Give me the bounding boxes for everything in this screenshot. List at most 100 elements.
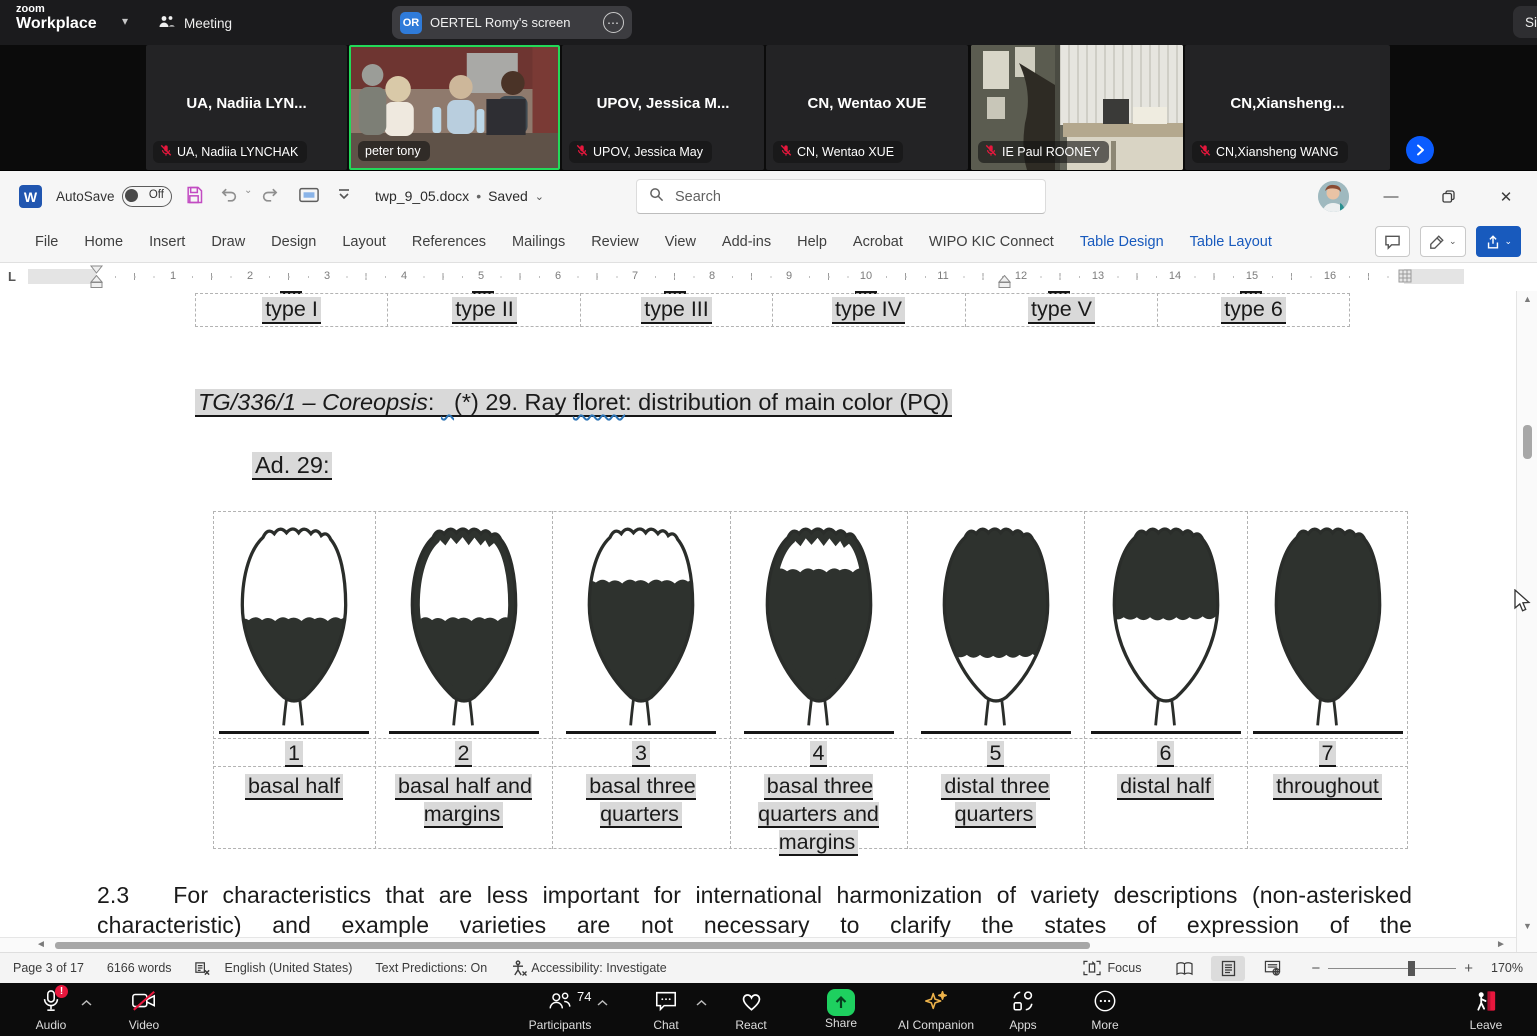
tab-draw[interactable]: Draw (198, 234, 258, 250)
participant-tile[interactable]: CN, Wentao XUE CN, Wentao XUE (766, 45, 968, 170)
tab-addins[interactable]: Add-ins (709, 234, 784, 250)
participant-tile[interactable]: UA, Nadiia LYN... UA, Nadiia LYNCHAK (146, 45, 347, 170)
tab-review[interactable]: Review (578, 234, 652, 250)
reading-mode-icon[interactable] (298, 185, 320, 205)
accessibility-status[interactable]: Accessibility: Investigate (531, 961, 666, 975)
undo-chevron-icon[interactable]: ⌄ (244, 185, 252, 196)
word-title-bar: W AutoSave Off ⌄ twp_9_05.d (0, 171, 1537, 222)
tab-acrobat[interactable]: Acrobat (840, 234, 916, 250)
audio-button[interactable]: ! Audio (5, 986, 97, 1034)
tab-layout[interactable]: Layout (329, 234, 399, 250)
ai-companion-button[interactable]: AI Companion (890, 986, 982, 1034)
vertical-scrollbar[interactable]: ▲ ▼ (1516, 291, 1537, 952)
tab-shared-screen[interactable]: OR OERTEL Romy's screen ⋯ (392, 6, 632, 39)
react-button[interactable]: React (705, 986, 797, 1034)
participant-tile-video[interactable]: IE Paul ROONEY (971, 45, 1183, 170)
zoom-slider-thumb[interactable] (1408, 961, 1415, 976)
ruler-right-margin (1404, 269, 1464, 284)
video-button[interactable]: Video (98, 986, 190, 1034)
tab-home[interactable]: Home (71, 234, 136, 250)
search-box[interactable] (636, 179, 1046, 214)
participants-button[interactable]: 74 Participants (505, 986, 615, 1034)
comments-button[interactable] (1375, 226, 1410, 257)
scroll-down-arrow[interactable]: ▼ (1517, 921, 1537, 931)
tab-file[interactable]: File (22, 234, 71, 250)
zoom-level[interactable]: 170% (1491, 961, 1523, 975)
focus-button[interactable]: Focus (1083, 960, 1141, 976)
figure-column: 2 basal half and margins (375, 511, 552, 828)
accessibility-icon[interactable] (511, 960, 527, 977)
document-title[interactable]: twp_9_05.docx • Saved ⌄ (375, 188, 544, 204)
figure-number: 2 (375, 740, 552, 768)
tab-design[interactable]: Design (258, 234, 329, 250)
tab-references[interactable]: References (399, 234, 499, 250)
table-cell: type II (388, 294, 581, 326)
more-button[interactable]: More (1059, 986, 1151, 1034)
ellipsis-icon[interactable]: ⋯ (603, 12, 624, 33)
signin-button-partial[interactable]: Si (1513, 6, 1537, 38)
tab-mailings[interactable]: Mailings (499, 234, 578, 250)
search-icon (649, 187, 664, 207)
chevron-down-icon[interactable]: ▾ (122, 14, 128, 28)
tab-insert[interactable]: Insert (136, 234, 198, 250)
indent-marker[interactable] (89, 265, 104, 289)
vertical-scroll-thumb[interactable] (1523, 425, 1532, 459)
search-input[interactable] (673, 188, 1033, 206)
zoom-in-icon[interactable]: + (1464, 960, 1473, 977)
table-column-marker[interactable] (1398, 269, 1412, 283)
tab-help[interactable]: Help (784, 234, 840, 250)
tab-table-design[interactable]: Table Design (1067, 234, 1177, 250)
participant-badge: UPOV, Jessica May (569, 141, 712, 163)
web-layout-button[interactable] (1255, 956, 1289, 981)
user-avatar[interactable] (1318, 181, 1349, 212)
petal-drawing-basal-half-margins (375, 513, 552, 740)
zoom-workplace-logo: zoom Workplace (16, 4, 97, 32)
share-button[interactable]: ⌄ (1476, 226, 1522, 257)
participant-tile[interactable]: CN,Xiansheng... CN,Xiansheng WANG (1185, 45, 1390, 170)
zoom-slider[interactable]: − + (1311, 960, 1473, 977)
share-screen-button[interactable]: Share (795, 986, 887, 1034)
scroll-left-arrow[interactable]: ◄ (36, 939, 46, 950)
tab-stop-selector[interactable]: L (8, 269, 16, 284)
word-count[interactable]: 6166 words (107, 961, 172, 975)
undo-icon[interactable] (219, 185, 240, 205)
chat-button[interactable]: Chat (620, 986, 712, 1034)
figure-number: 4 (730, 740, 907, 768)
participants-chevron-icon[interactable] (596, 999, 609, 1007)
minimize-button[interactable]: — (1368, 171, 1414, 222)
tab-table-layout[interactable]: Table Layout (1177, 234, 1285, 250)
tab-view[interactable]: View (652, 234, 709, 250)
editing-mode-button[interactable]: ⌄ (1420, 226, 1466, 257)
page-indicator[interactable]: Page 3 of 17 (13, 961, 84, 975)
participant-tile-video[interactable]: peter tony (349, 45, 560, 170)
participant-tile[interactable]: UPOV, Jessica M... UPOV, Jessica May (562, 45, 764, 170)
print-layout-button[interactable] (1211, 956, 1245, 981)
horizontal-scroll-thumb[interactable] (55, 942, 1090, 949)
close-button[interactable]: ✕ (1483, 171, 1529, 222)
horizontal-scrollbar[interactable]: ◄ ► (0, 937, 1516, 952)
zoom-slider-track[interactable] (1328, 968, 1456, 969)
save-icon[interactable] (184, 185, 204, 205)
people-icon (158, 14, 176, 33)
autosave-toggle[interactable]: Off (122, 186, 172, 207)
next-participants-button[interactable] (1406, 136, 1434, 164)
right-indent-marker[interactable] (997, 275, 1012, 289)
tab-meeting[interactable]: Meeting (158, 8, 232, 38)
customize-toolbar-icon[interactable] (336, 185, 352, 203)
language-indicator[interactable]: English (United States) (225, 961, 353, 975)
restore-button[interactable] (1425, 171, 1471, 222)
muted-mic-icon (780, 144, 792, 160)
figure-label: distal half (1084, 768, 1247, 800)
text-predictions[interactable]: Text Predictions: On (375, 961, 487, 975)
tab-wipo-kic-connect[interactable]: WIPO KIC Connect (916, 234, 1067, 250)
leave-button[interactable]: Leave (1440, 986, 1532, 1034)
proofing-icon[interactable] (194, 960, 211, 977)
zoom-out-icon[interactable]: − (1311, 960, 1320, 977)
chevron-down-icon: ⌄ (535, 190, 544, 203)
scroll-right-arrow[interactable]: ► (1496, 939, 1506, 950)
redo-icon[interactable] (259, 185, 280, 205)
audio-chevron-icon[interactable] (80, 999, 93, 1007)
read-mode-button[interactable] (1167, 956, 1201, 981)
scroll-up-arrow[interactable]: ▲ (1517, 294, 1537, 304)
apps-button[interactable]: Apps (977, 986, 1069, 1034)
